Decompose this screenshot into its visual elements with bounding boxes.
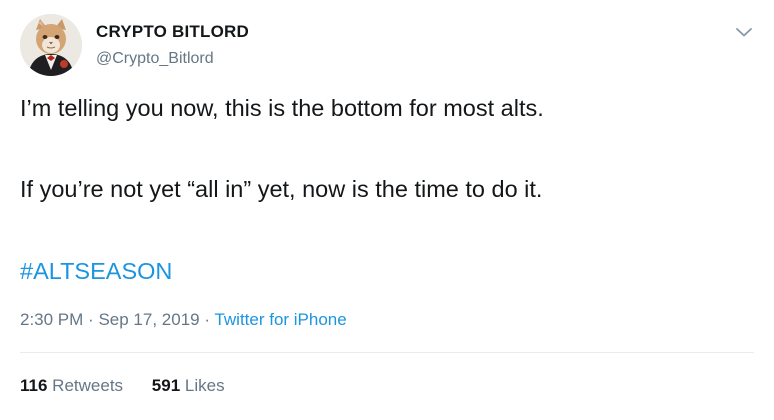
- author-name[interactable]: CRYPTO BITLORD: [96, 22, 249, 42]
- more-options-button[interactable]: [732, 20, 756, 44]
- author-handle[interactable]: @Crypto_Bitlord: [96, 50, 214, 68]
- hashtag-link[interactable]: #ALTSEASON: [20, 256, 172, 286]
- meta-separator: ·: [204, 310, 211, 329]
- likes-count: 591: [151, 376, 181, 395]
- tweet-text-line: If you’re not yet “all in” yet, now is t…: [20, 176, 543, 202]
- tweet-source-link[interactable]: Twitter for iPhone: [214, 310, 346, 329]
- meta-separator: ·: [88, 310, 94, 329]
- likes-label: Likes: [184, 376, 225, 395]
- tweet-text-line: I’m telling you now, this is the bottom …: [20, 95, 544, 121]
- tweet-card: CRYPTO BITLORD @Crypto_Bitlord I’m telli…: [0, 0, 774, 420]
- tweet-meta: 2:30 PM · Sep 17, 2019 · Twitter for iPh…: [20, 309, 347, 331]
- chevron-down-icon: [736, 28, 752, 37]
- tweet-stats: 116 Retweets 591 Likes: [20, 375, 225, 397]
- retweets-count: 116: [20, 376, 48, 395]
- retweets-label: Retweets: [52, 376, 124, 395]
- divider: [20, 352, 754, 353]
- tweet-date[interactable]: Sep 17, 2019: [98, 310, 199, 329]
- avatar[interactable]: [20, 14, 82, 76]
- tweet-text: I’m telling you now, this is the bottom …: [20, 93, 760, 204]
- tweet-time[interactable]: 2:30 PM: [20, 310, 83, 329]
- likes-stat[interactable]: 591 Likes: [152, 376, 225, 395]
- cat-avatar-icon: [20, 14, 82, 76]
- retweets-stat[interactable]: 116 Retweets: [20, 376, 123, 395]
